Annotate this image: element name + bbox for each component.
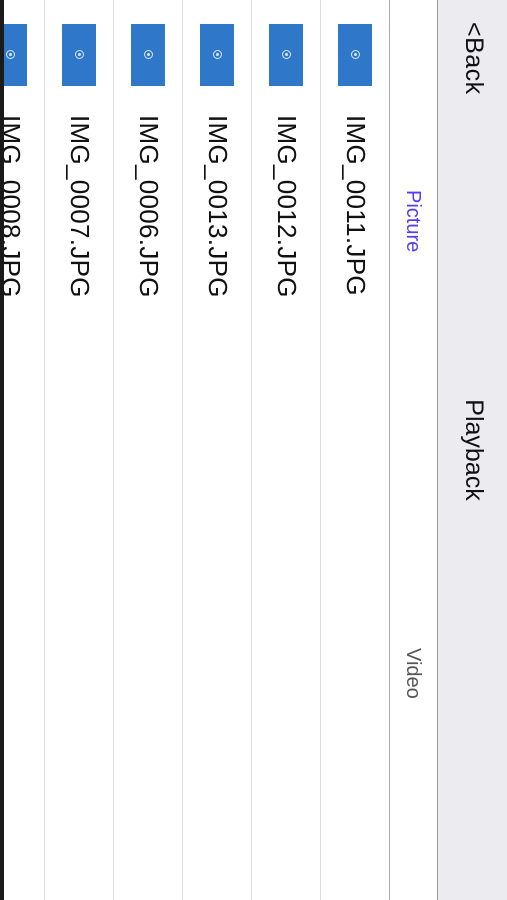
- list-item[interactable]: IMG_0011.JPG: [320, 0, 389, 900]
- screen: <Back Playback Picture Video IMG_0011.JP…: [0, 0, 507, 900]
- playback-screen: <Back Playback Picture Video IMG_0011.JP…: [0, 0, 507, 900]
- list-item[interactable]: IMG_0007.JPG: [44, 0, 113, 900]
- navigation-bar: <Back Playback: [437, 0, 507, 900]
- list-item[interactable]: IMG_0006.JPG: [113, 0, 182, 900]
- photo-thumbnail-icon: [4, 24, 27, 86]
- list-item[interactable]: IMG_0012.JPG: [251, 0, 320, 900]
- photo-thumbnail-icon: [269, 24, 303, 86]
- page-title: Playback: [460, 399, 488, 501]
- list-item[interactable]: IMG_0008.JPG: [4, 0, 44, 900]
- photo-thumbnail-icon: [338, 24, 372, 86]
- photo-thumbnail-icon: [131, 24, 165, 86]
- file-name: IMG_0011.JPG: [341, 115, 371, 296]
- tab-picture[interactable]: Picture: [401, 190, 424, 252]
- screen-edge: [0, 0, 4, 900]
- file-name: IMG_0013.JPG: [203, 115, 233, 298]
- file-name: IMG_0012.JPG: [272, 115, 302, 298]
- list-item[interactable]: IMG_0013.JPG: [182, 0, 251, 900]
- photo-thumbnail-icon: [62, 24, 96, 86]
- photo-thumbnail-icon: [200, 24, 234, 86]
- media-type-tabs: Picture Video: [389, 0, 437, 900]
- file-name: IMG_0007.JPG: [65, 115, 95, 298]
- file-name: IMG_0006.JPG: [134, 115, 164, 298]
- tab-video[interactable]: Video: [401, 648, 424, 699]
- file-name: IMG_0008.JPG: [4, 115, 26, 298]
- file-list[interactable]: IMG_0011.JPG IMG_0012.JPG IMG_0013.JPG I…: [4, 0, 389, 900]
